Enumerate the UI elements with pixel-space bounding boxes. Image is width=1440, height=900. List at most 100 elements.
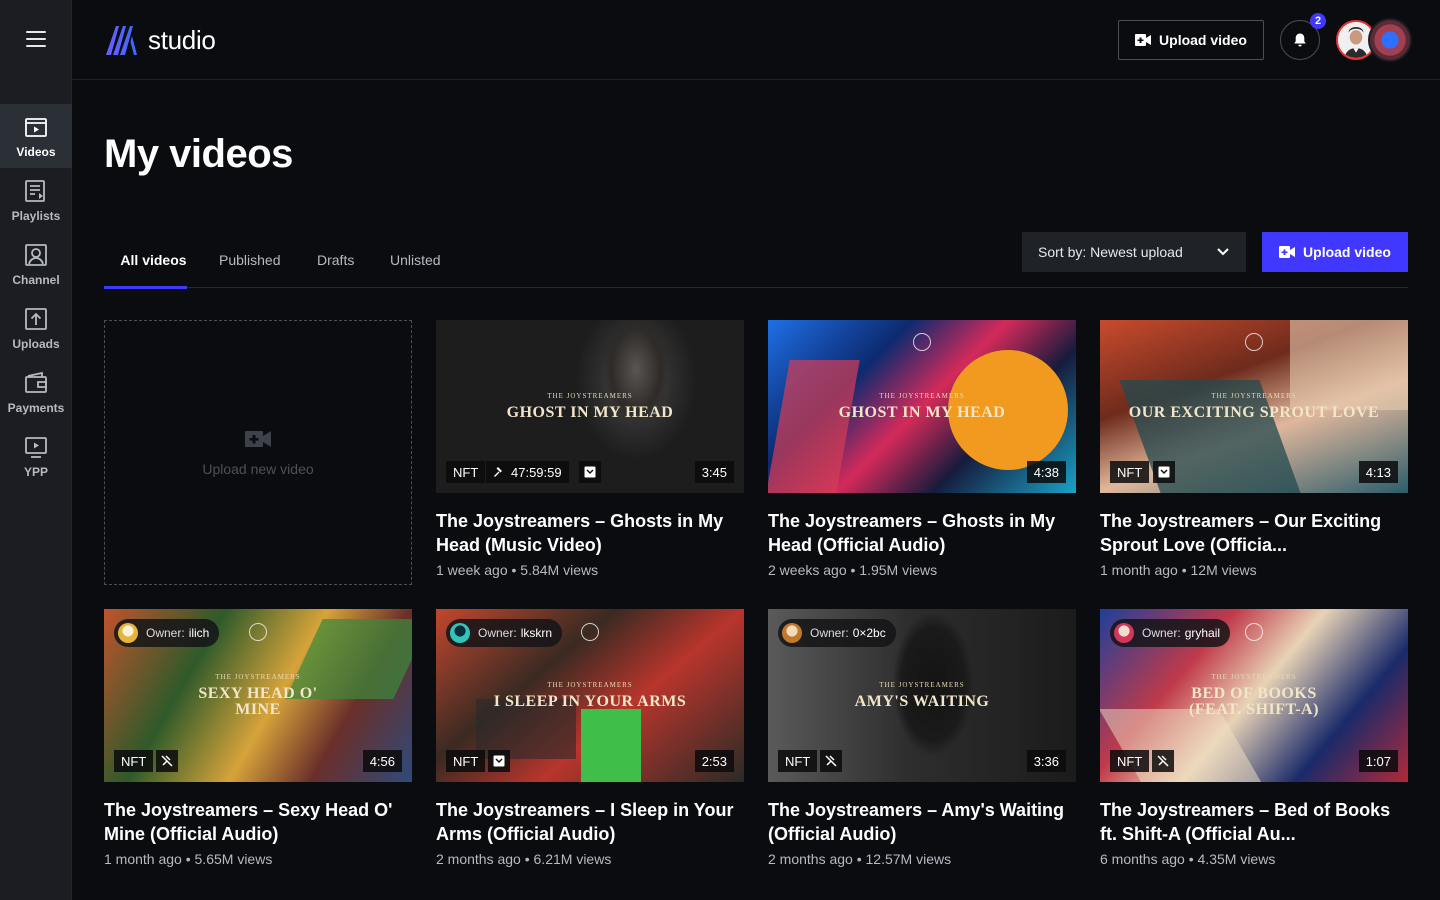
studio-logo[interactable]: studio bbox=[104, 24, 216, 56]
owner-badge[interactable]: Owner: gryhail bbox=[1110, 619, 1231, 647]
video-thumbnail[interactable]: Owner: lkskrn THE JOYSTREAMERS I SLEEP IN… bbox=[436, 609, 744, 782]
sidebar-item-label: YPP bbox=[23, 464, 48, 479]
video-add-icon bbox=[1279, 246, 1296, 258]
chevron-down-icon bbox=[1217, 248, 1229, 256]
videos-icon bbox=[25, 117, 47, 137]
tab-unlisted[interactable]: Unlisted bbox=[390, 232, 441, 288]
no-gavel-icon bbox=[825, 755, 837, 767]
video-title[interactable]: The Joystreamers – Ghosts in My Head (Mu… bbox=[436, 509, 736, 557]
sidebar-item-playlists[interactable]: Playlists bbox=[0, 168, 72, 232]
video-duration: 4:56 bbox=[362, 750, 402, 772]
video-thumbnail[interactable]: THE JOYSTREAMERS OUR EXCITING SPROUT LOV… bbox=[1100, 320, 1408, 493]
sidebar-item-payments[interactable]: Payments bbox=[0, 360, 72, 424]
owner-badge[interactable]: Owner: ilich bbox=[114, 619, 220, 647]
owner-label: Owner: bbox=[810, 626, 849, 640]
video-thumbnail[interactable]: THE JOYSTREAMERS GHOST IN MY HEAD 4:38 bbox=[768, 320, 1076, 493]
video-thumbnail[interactable]: Owner: 0×2bc THE JOYSTREAMERS AMY'S WAITI… bbox=[768, 609, 1076, 782]
video-title[interactable]: The Joystreamers – Amy's Waiting (Offici… bbox=[768, 798, 1068, 846]
video-duration: 2:53 bbox=[694, 750, 734, 772]
gavel-icon bbox=[494, 467, 502, 477]
owner-avatar bbox=[450, 623, 470, 643]
tab-drafts[interactable]: Drafts bbox=[317, 232, 354, 288]
no-gavel-icon bbox=[1157, 755, 1169, 767]
header-upload-video-button[interactable]: Upload video bbox=[1118, 20, 1264, 60]
buy-now-badge bbox=[579, 461, 601, 483]
header-upload-label: Upload video bbox=[1159, 32, 1247, 48]
tab-all-videos[interactable]: All videos bbox=[104, 232, 187, 289]
video-card[interactable]: Owner: 0×2bc THE JOYSTREAMERS AMY'S WAITI… bbox=[768, 609, 1076, 867]
video-card[interactable]: THE JOYSTREAMERS OUR EXCITING SPROUT LOV… bbox=[1100, 320, 1408, 578]
video-duration: 3:45 bbox=[694, 461, 734, 483]
owner-avatar bbox=[118, 623, 138, 643]
owner-badge[interactable]: Owner: lkskrn bbox=[446, 619, 563, 647]
nft-badge: NFT bbox=[446, 750, 486, 772]
not-for-sale-badge bbox=[156, 750, 178, 772]
tag-icon bbox=[584, 466, 596, 478]
video-add-icon bbox=[1135, 34, 1152, 46]
owner-label: Owner: bbox=[478, 626, 517, 640]
no-gavel-icon bbox=[161, 755, 173, 767]
video-card[interactable]: THE JOYSTREAMERS GHOST IN MY HEAD NFT 47… bbox=[436, 320, 744, 578]
main-content: My videos All videos Published Drafts Un… bbox=[72, 80, 1440, 900]
owner-badge[interactable]: Owner: 0×2bc bbox=[778, 619, 896, 647]
top-bar: studio Upload video 2 bbox=[72, 0, 1440, 80]
video-duration: 4:13 bbox=[1358, 461, 1398, 483]
sidebar-item-channel[interactable]: Channel bbox=[0, 232, 72, 296]
video-card[interactable]: Owner: gryhail THE JOYSTREAMERS BED OF BO… bbox=[1100, 609, 1408, 867]
menu-icon[interactable] bbox=[26, 31, 46, 49]
video-card[interactable]: THE JOYSTREAMERS GHOST IN MY HEAD 4:38 T… bbox=[768, 320, 1076, 578]
thumbnail-series: THE JOYSTREAMERS bbox=[879, 392, 965, 400]
video-meta: 1 month ago • 5.65M views bbox=[104, 851, 273, 867]
sidebar-item-label: Playlists bbox=[11, 208, 61, 223]
sidebar-item-label: Payments bbox=[7, 400, 65, 415]
thumbnail-song-title: GHOST IN MY HEAD bbox=[838, 404, 1006, 421]
channel-logo-icon bbox=[249, 623, 267, 641]
video-title[interactable]: The Joystreamers – Our Exciting Sprout L… bbox=[1100, 509, 1400, 557]
video-title[interactable]: The Joystreamers – I Sleep in Your Arms … bbox=[436, 798, 736, 846]
sidebar-item-videos[interactable]: Videos bbox=[0, 104, 72, 168]
video-title[interactable]: The Joystreamers – Sexy Head O' Mine (Of… bbox=[104, 798, 404, 846]
video-thumbnail[interactable]: Owner: ilich THE JOYSTREAMERS SEXY HEAD O… bbox=[104, 609, 412, 782]
payments-icon bbox=[25, 371, 47, 393]
video-thumbnail[interactable]: Owner: gryhail THE JOYSTREAMERS BED OF BO… bbox=[1100, 609, 1408, 782]
nft-badge: NFT bbox=[446, 461, 486, 483]
upload-new-video-card[interactable]: Upload new video bbox=[104, 320, 412, 585]
owner-avatar bbox=[782, 623, 802, 643]
thumbnail-song-title: OUR EXCITING SPROUT LOVE bbox=[1128, 404, 1380, 421]
channel-icon bbox=[25, 243, 47, 266]
ypp-icon bbox=[25, 436, 47, 458]
video-meta: 6 months ago • 4.35M views bbox=[1100, 851, 1276, 867]
video-card[interactable]: Owner: ilich THE JOYSTREAMERS SEXY HEAD O… bbox=[104, 609, 412, 867]
auction-time-left: 47:59:59 bbox=[511, 464, 562, 480]
uploads-icon bbox=[25, 307, 47, 330]
video-title[interactable]: The Joystreamers – Ghosts in My Head (Of… bbox=[768, 509, 1068, 557]
video-duration: 3:36 bbox=[1026, 750, 1066, 772]
thumbnail-song-title: SEXY HEAD O' MINE bbox=[198, 685, 318, 718]
upload-new-video-label: Upload new video bbox=[202, 460, 314, 477]
buy-now-badge bbox=[488, 750, 510, 772]
video-title[interactable]: The Joystreamers – Bed of Books ft. Shif… bbox=[1100, 798, 1400, 846]
video-card[interactable]: Owner: lkskrn THE JOYSTREAMERS I SLEEP IN… bbox=[436, 609, 744, 867]
upload-video-button[interactable]: Upload video bbox=[1262, 232, 1408, 272]
video-meta: 1 week ago • 5.84M views bbox=[436, 562, 599, 578]
thumbnail-series: THE JOYSTREAMERS bbox=[215, 673, 301, 681]
sidebar-item-uploads[interactable]: Uploads bbox=[0, 296, 72, 360]
sidebar-item-label: Uploads bbox=[12, 336, 60, 351]
video-meta: 2 weeks ago • 1.95M views bbox=[768, 562, 938, 578]
not-for-sale-badge bbox=[820, 750, 842, 772]
sort-dropdown[interactable]: Sort by: Newest upload bbox=[1022, 232, 1246, 272]
channel-avatar[interactable] bbox=[1368, 18, 1412, 62]
sidebar-item-label: Channel bbox=[12, 272, 60, 287]
buy-now-badge bbox=[1153, 461, 1175, 483]
tag-icon bbox=[493, 755, 505, 767]
channel-logo-icon bbox=[913, 333, 931, 351]
video-add-icon bbox=[245, 430, 271, 447]
tab-published[interactable]: Published bbox=[219, 232, 281, 288]
video-meta: 2 months ago • 12.57M views bbox=[768, 851, 952, 867]
video-meta: 2 months ago • 6.21M views bbox=[436, 851, 612, 867]
video-thumbnail[interactable]: THE JOYSTREAMERS GHOST IN MY HEAD NFT 47… bbox=[436, 320, 744, 493]
owner-name: lkskrn bbox=[520, 626, 553, 640]
sidebar-item-ypp[interactable]: YPP bbox=[0, 424, 72, 488]
thumbnail-art bbox=[768, 360, 860, 493]
playlists-icon bbox=[25, 179, 45, 202]
